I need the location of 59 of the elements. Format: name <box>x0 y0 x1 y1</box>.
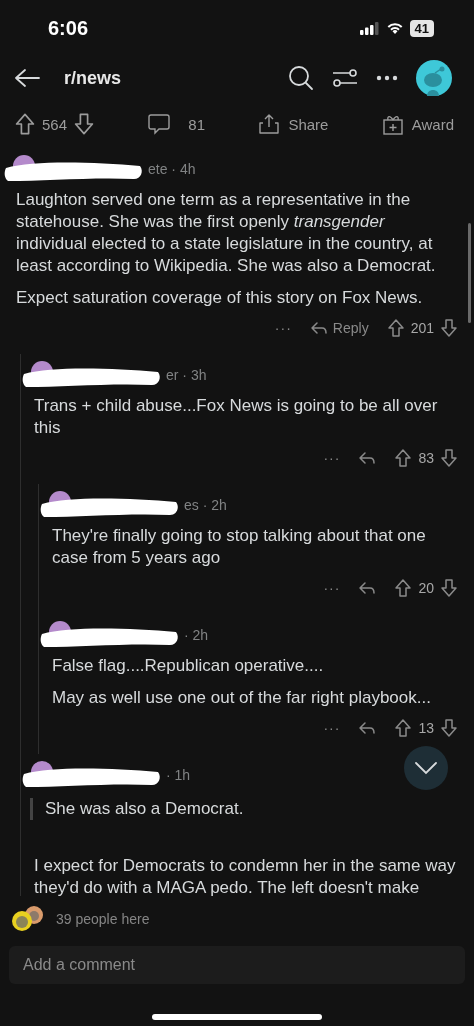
downvote-icon[interactable] <box>73 112 96 136</box>
share-button[interactable]: Share <box>258 113 329 135</box>
comment-text: May as well use one out of the far right playbook... <box>52 687 432 709</box>
comment-text: Expect saturation coverage of this story on Fox News. <box>16 287 424 309</box>
vote-score: 83 <box>418 450 434 466</box>
people-here-text: 39 people here <box>56 911 150 927</box>
comment-text: They're finally going to stop talking about that one case from 5 years ago <box>52 525 427 569</box>
vote-score: 20 <box>418 580 434 596</box>
comment-meta: · 1h <box>166 767 191 783</box>
share-icon <box>258 113 281 135</box>
comment-meta: · 2h <box>184 627 209 643</box>
upvote-icon[interactable] <box>394 718 413 738</box>
more-icon[interactable] <box>376 75 398 81</box>
vote-score: 201 <box>410 320 434 336</box>
comment-meta: es · 2h <box>184 497 227 513</box>
reply-icon[interactable] <box>358 721 377 735</box>
scrollbar[interactable] <box>468 223 471 323</box>
reply-button[interactable]: Reply <box>309 320 369 336</box>
reply-icon[interactable] <box>358 451 377 465</box>
chevron-down-icon <box>414 761 438 775</box>
upvote-icon[interactable] <box>14 112 36 136</box>
upvote-icon[interactable] <box>386 318 405 338</box>
upvote-icon[interactable] <box>394 578 413 598</box>
battery-indicator: 41 <box>409 19 434 37</box>
downvote-icon[interactable] <box>440 318 458 338</box>
vote-score: 564 <box>42 115 68 133</box>
back-arrow-icon[interactable] <box>14 68 40 88</box>
upvote-icon[interactable] <box>394 448 413 468</box>
wifi-icon <box>385 21 404 35</box>
comment-text: Trans + child abuse...Fox News is going to be all over this <box>34 395 439 439</box>
downvote-icon[interactable] <box>440 448 458 468</box>
profile-avatar-icon[interactable] <box>416 60 452 96</box>
reply-icon <box>309 321 328 335</box>
award-button[interactable]: Award <box>381 113 454 135</box>
search-icon[interactable] <box>288 65 314 91</box>
comment-text: I expect for Democrats to condemn her in the same way they'd do with a MAGA pedo. The left doesn't make <box>34 855 457 896</box>
vote-score: 13 <box>418 720 434 736</box>
signal-icon <box>359 21 380 35</box>
comment-icon[interactable] <box>148 113 171 135</box>
comment-meta: er · 3h <box>166 367 207 383</box>
comment-input-field[interactable]: Add a comment <box>9 946 465 984</box>
comment-count: 81 <box>188 115 206 133</box>
users-avatar-icon <box>10 904 46 934</box>
more-button[interactable]: ··· <box>274 320 292 336</box>
comment-text: False flag....Republican operative.... <box>52 655 325 677</box>
status-time: 6:06 <box>48 16 89 40</box>
more-button[interactable]: ··· <box>323 580 341 596</box>
quoted-text: She was also a Democrat. <box>30 798 458 820</box>
reply-icon[interactable] <box>358 581 377 595</box>
downvote-icon[interactable] <box>440 718 458 738</box>
subreddit-title[interactable]: r/news <box>64 67 122 89</box>
comment-meta: ete · 4h <box>148 161 196 177</box>
more-button[interactable]: ··· <box>323 450 341 466</box>
gift-icon <box>381 113 404 135</box>
comment-text: Laughton served one term as a representative in the statehouse. She was the first openly transgender individual elected to a state legislature in the country, at least according to Wikipedia. She was also a Democrat. <box>16 189 437 277</box>
downvote-icon[interactable] <box>440 578 458 598</box>
next-comment-button[interactable] <box>404 746 448 790</box>
more-button[interactable]: ··· <box>323 720 341 736</box>
sliders-icon[interactable] <box>332 67 358 89</box>
